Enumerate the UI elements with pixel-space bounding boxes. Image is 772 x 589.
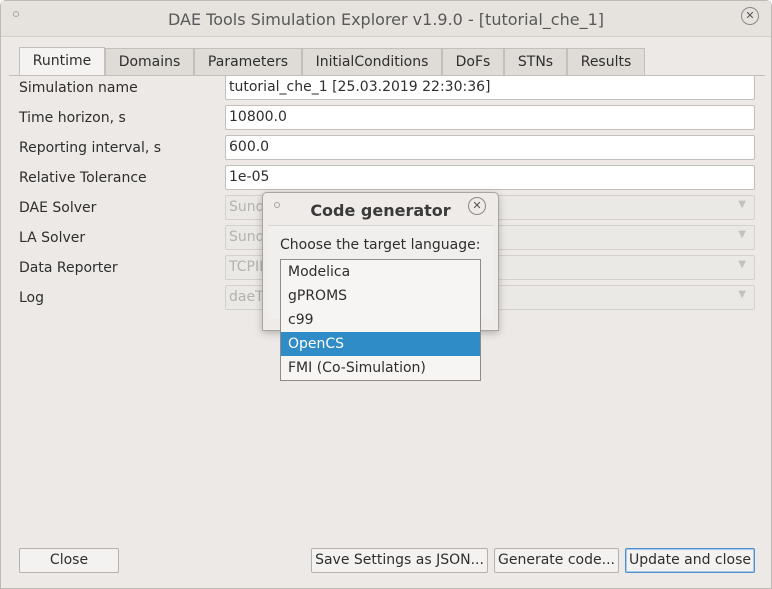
dialog-title: Code generator	[310, 201, 451, 220]
la-solver-value: Sund	[229, 229, 265, 245]
target-language-label: Choose the target language:	[280, 237, 481, 253]
relative-tolerance-label: Relative Tolerance	[19, 170, 147, 186]
la-solver-label: LA Solver	[19, 230, 86, 246]
chevron-down-icon: ▼	[738, 199, 746, 210]
reporting-interval-field[interactable]: 600.0	[225, 135, 755, 160]
tab-results[interactable]: Results	[567, 48, 645, 75]
target-language-list[interactable]: Modelica gPROMS c99 OpenCS FMI (Co-Simul…	[280, 259, 481, 381]
relative-tolerance-field[interactable]: 1e-05	[225, 165, 755, 190]
update-and-close-button[interactable]: Update and close	[625, 548, 755, 573]
generate-code-button[interactable]: Generate code...	[494, 548, 619, 573]
data-reporter-label: Data Reporter	[19, 260, 118, 276]
simulation-name-field[interactable]: tutorial_che_1 [25.03.2019 22:30:36]	[225, 75, 755, 100]
log-label: Log	[19, 290, 45, 306]
tab-dofs[interactable]: DoFs	[442, 48, 504, 75]
save-settings-button[interactable]: Save Settings as JSON...	[311, 548, 488, 573]
tab-parameters[interactable]: Parameters	[194, 48, 302, 75]
list-item-fmi[interactable]: FMI (Co-Simulation)	[281, 356, 480, 380]
list-item-opencs[interactable]: OpenCS	[281, 332, 480, 356]
chevron-down-icon: ▼	[738, 259, 746, 270]
tab-initialconditions[interactable]: InitialConditions	[302, 48, 442, 75]
list-item-modelica[interactable]: Modelica	[281, 260, 480, 284]
reporting-interval-label: Reporting interval, s	[19, 140, 162, 156]
log-value: daeT	[229, 289, 264, 305]
tab-domains[interactable]: Domains	[105, 48, 194, 75]
dae-solver-label: DAE Solver	[19, 200, 97, 216]
time-horizon-label: Time horizon, s	[19, 110, 126, 126]
window-title: DAE Tools Simulation Explorer v1.9.0 - […	[167, 10, 604, 29]
list-item-gproms[interactable]: gPROMS	[281, 284, 480, 308]
close-icon[interactable]: ✕	[468, 197, 486, 215]
close-icon[interactable]: ✕	[741, 7, 759, 25]
title-bar: DAE Tools Simulation Explorer v1.9.0 - […	[1, 1, 771, 37]
chevron-down-icon: ▼	[738, 229, 746, 240]
tab-runtime[interactable]: Runtime	[19, 47, 105, 76]
tab-stns[interactable]: STNs	[504, 48, 567, 75]
chevron-down-icon: ▼	[738, 289, 746, 300]
time-horizon-field[interactable]: 10800.0	[225, 105, 755, 130]
dae-solver-value: Sund	[229, 199, 265, 215]
list-item-c99[interactable]: c99	[281, 308, 480, 332]
close-button[interactable]: Close	[19, 548, 119, 573]
simulation-name-label: Simulation name	[19, 80, 138, 96]
